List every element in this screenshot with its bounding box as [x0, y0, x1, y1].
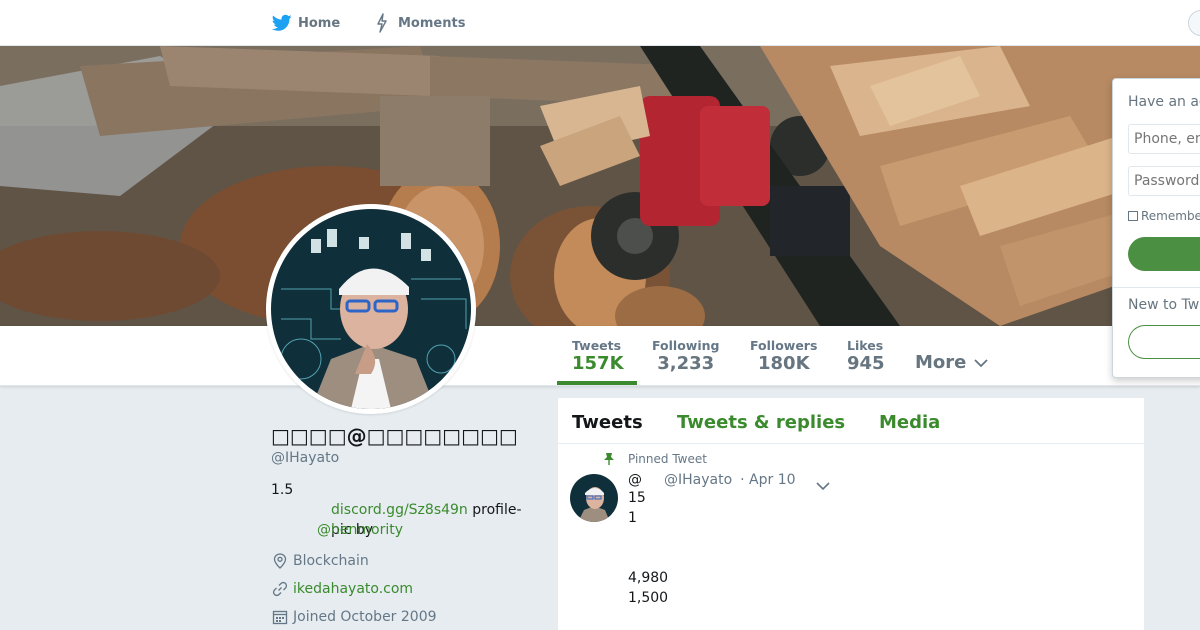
tab-tweets[interactable]: Tweets	[572, 412, 643, 433]
chevron-down-icon	[974, 352, 989, 373]
remember-label: Remember me	[1141, 209, 1200, 223]
stat-followers-label: Followers	[750, 338, 818, 353]
tweet-text-line: 4,980	[628, 570, 669, 586]
pin-icon	[602, 452, 616, 466]
tweet-author-handle[interactable]: @IHayato	[664, 472, 732, 488]
login-divider	[1113, 287, 1200, 288]
nav-home-label: Home	[298, 15, 341, 31]
tweet-avatar[interactable]	[570, 474, 618, 522]
tweet-text-line: 15	[628, 490, 646, 506]
nav-moments[interactable]: Moments	[372, 0, 465, 46]
tweet-text-line: 1	[628, 510, 637, 526]
calendar-icon	[271, 608, 289, 626]
stat-following-value: 3,233	[657, 353, 715, 374]
profile-avatar[interactable]	[266, 204, 476, 414]
new-to-twitter-label: New to Twitter?	[1128, 297, 1200, 313]
link-icon	[271, 580, 289, 598]
login-title: Have an account?	[1128, 94, 1200, 110]
stat-following-label: Following	[652, 338, 720, 353]
pinned-indicator: Pinned Tweet	[602, 452, 707, 466]
profile-handle[interactable]: @IHayato	[271, 450, 339, 466]
bio-mention-row: pic by	[271, 520, 313, 540]
checkbox-icon	[1128, 211, 1138, 221]
profile-name[interactable]: □□□□@□□□□□□□□	[271, 424, 518, 448]
joined-text: Joined October 2009	[293, 609, 437, 625]
profile-joined: Joined October 2009	[271, 608, 437, 626]
pinned-label: Pinned Tweet	[628, 452, 707, 466]
stat-likes[interactable]: Likes 945	[847, 338, 885, 375]
more-menu-button[interactable]: More	[915, 352, 989, 373]
tweet-header: @ @IHayato · Apr 10	[628, 472, 796, 488]
tab-tweets-replies[interactable]: Tweets & replies	[677, 412, 845, 433]
tweet-date[interactable]: · Apr 10	[740, 472, 795, 488]
timeline-tabs: Tweets Tweets & replies Media	[558, 398, 1144, 444]
timeline: Tweets Tweets & replies Media Pinned Twe…	[557, 397, 1145, 630]
avatar-image	[271, 209, 471, 409]
nav-home[interactable]: Home	[272, 0, 340, 46]
password-input[interactable]	[1128, 166, 1200, 196]
twitter-bird-icon	[272, 13, 292, 33]
website-link[interactable]: ikedahayato.com	[293, 581, 413, 597]
stat-tweets-label: Tweets	[572, 338, 622, 353]
signup-button[interactable]	[1128, 325, 1200, 359]
bio-line1: 1.5	[271, 482, 294, 498]
map-pin-icon	[271, 552, 289, 570]
top-nav: Home Moments	[0, 0, 1200, 46]
stat-followers-value: 180K	[758, 353, 810, 374]
remember-me-checkbox[interactable]: Remember me	[1128, 209, 1200, 223]
profile-banner	[0, 46, 1200, 326]
stat-tweets[interactable]: Tweets 157K	[572, 338, 624, 375]
bio-mention-link[interactable]: @henmority	[317, 520, 403, 540]
nav-moments-label: Moments	[398, 15, 466, 31]
stat-likes-label: Likes	[847, 338, 884, 353]
stat-followers[interactable]: Followers 180K	[750, 338, 817, 375]
bio-discord-link[interactable]: discord.gg/Sz8s49n	[331, 502, 468, 518]
tab-media[interactable]: Media	[879, 412, 940, 433]
tweet-author-name[interactable]: @	[628, 472, 642, 488]
nav-search-button[interactable]	[1188, 10, 1200, 36]
chevron-down-icon[interactable]	[816, 476, 830, 491]
username-input[interactable]	[1128, 124, 1200, 154]
login-button[interactable]	[1128, 237, 1200, 271]
tweet-text-line: 1,500	[628, 590, 669, 606]
stat-following[interactable]: Following 3,233	[652, 338, 719, 375]
stat-tweets-value: 157K	[572, 353, 624, 374]
active-stat-underline	[557, 381, 637, 385]
lightning-icon	[372, 13, 392, 33]
location-text: Blockchain	[293, 553, 369, 569]
more-label: More	[915, 352, 967, 373]
profile-location: Blockchain	[271, 552, 369, 570]
profile-website[interactable]: ikedahayato.com	[271, 580, 413, 598]
stat-likes-value: 945	[847, 353, 885, 374]
login-dropdown: Have an account? Remember me New to Twit…	[1112, 78, 1200, 378]
